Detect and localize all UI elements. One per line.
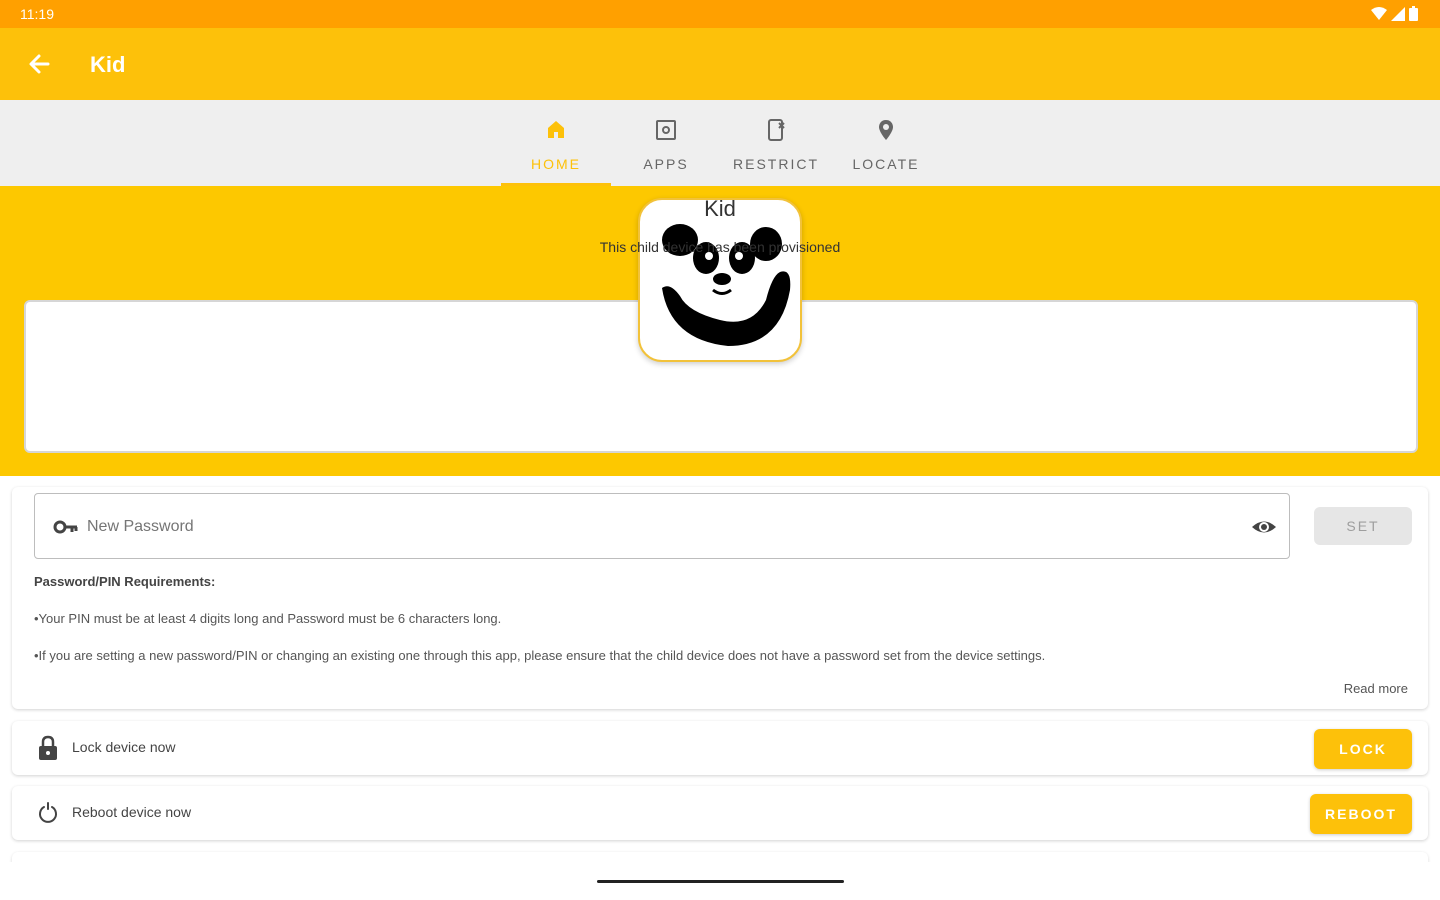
key-icon — [53, 520, 78, 534]
tab-apps[interactable]: APPS — [611, 100, 721, 186]
requirements-title: Password/PIN Requirements: — [34, 574, 216, 589]
tab-home[interactable]: HOME — [501, 100, 611, 186]
apps-icon — [656, 120, 676, 140]
new-password-input[interactable] — [87, 512, 1227, 542]
tab-restrict-label: RESTRICT — [733, 156, 819, 172]
read-more-link[interactable]: Read more — [1344, 681, 1408, 696]
arrow-left-icon — [29, 54, 50, 74]
status-time: 11:19 — [20, 6, 54, 22]
profile-header — [0, 186, 1440, 476]
password-card: SET Password/PIN Requirements: •Your PIN… — [12, 487, 1428, 709]
requirement-item: •If you are setting a new password/PIN o… — [34, 648, 1046, 663]
tab-locate-label: LOCATE — [852, 156, 920, 172]
lock-card: Lock device now LOCK — [12, 721, 1428, 775]
lock-icon — [39, 735, 57, 760]
tab-home-label: HOME — [531, 156, 581, 172]
tab-apps-label: APPS — [643, 156, 689, 172]
tab-restrict[interactable]: RESTRICT — [721, 100, 831, 186]
battery-icon — [1409, 6, 1418, 21]
navigation-bar — [0, 862, 1440, 900]
reboot-button[interactable]: REBOOT — [1310, 794, 1412, 834]
profile-status: This child device has been provisioned — [599, 239, 841, 255]
wifi-icon — [1371, 6, 1387, 20]
profile-name: Kid — [704, 196, 736, 221]
status-icons — [1371, 6, 1418, 21]
app-bar: Kid — [0, 28, 1440, 100]
reboot-device-label: Reboot device now — [72, 804, 192, 820]
reboot-card: Reboot device now REBOOT — [12, 786, 1428, 840]
new-password-field[interactable] — [34, 493, 1290, 559]
app-title: Kid — [90, 52, 126, 77]
set-password-button[interactable]: SET — [1314, 507, 1412, 545]
lock-button[interactable]: LOCK — [1314, 729, 1412, 769]
tab-bar: HOME APPS RESTRICT LOCATE — [0, 100, 1440, 186]
status-bar: 11:19 — [0, 0, 1440, 28]
eye-icon[interactable] — [1251, 516, 1277, 538]
restrict-icon — [768, 119, 785, 141]
signal-icon — [1391, 6, 1405, 21]
avatar — [638, 198, 802, 362]
lock-device-label: Lock device now — [72, 739, 176, 755]
home-gesture-handle[interactable] — [597, 880, 844, 883]
requirement-item: •Your PIN must be at least 4 digits long… — [34, 611, 502, 626]
back-button[interactable] — [24, 50, 56, 78]
location-pin-icon — [879, 120, 893, 140]
home-icon — [548, 121, 564, 138]
tab-locate[interactable]: LOCATE — [831, 100, 941, 186]
panda-icon — [662, 224, 791, 346]
power-icon — [39, 802, 57, 823]
